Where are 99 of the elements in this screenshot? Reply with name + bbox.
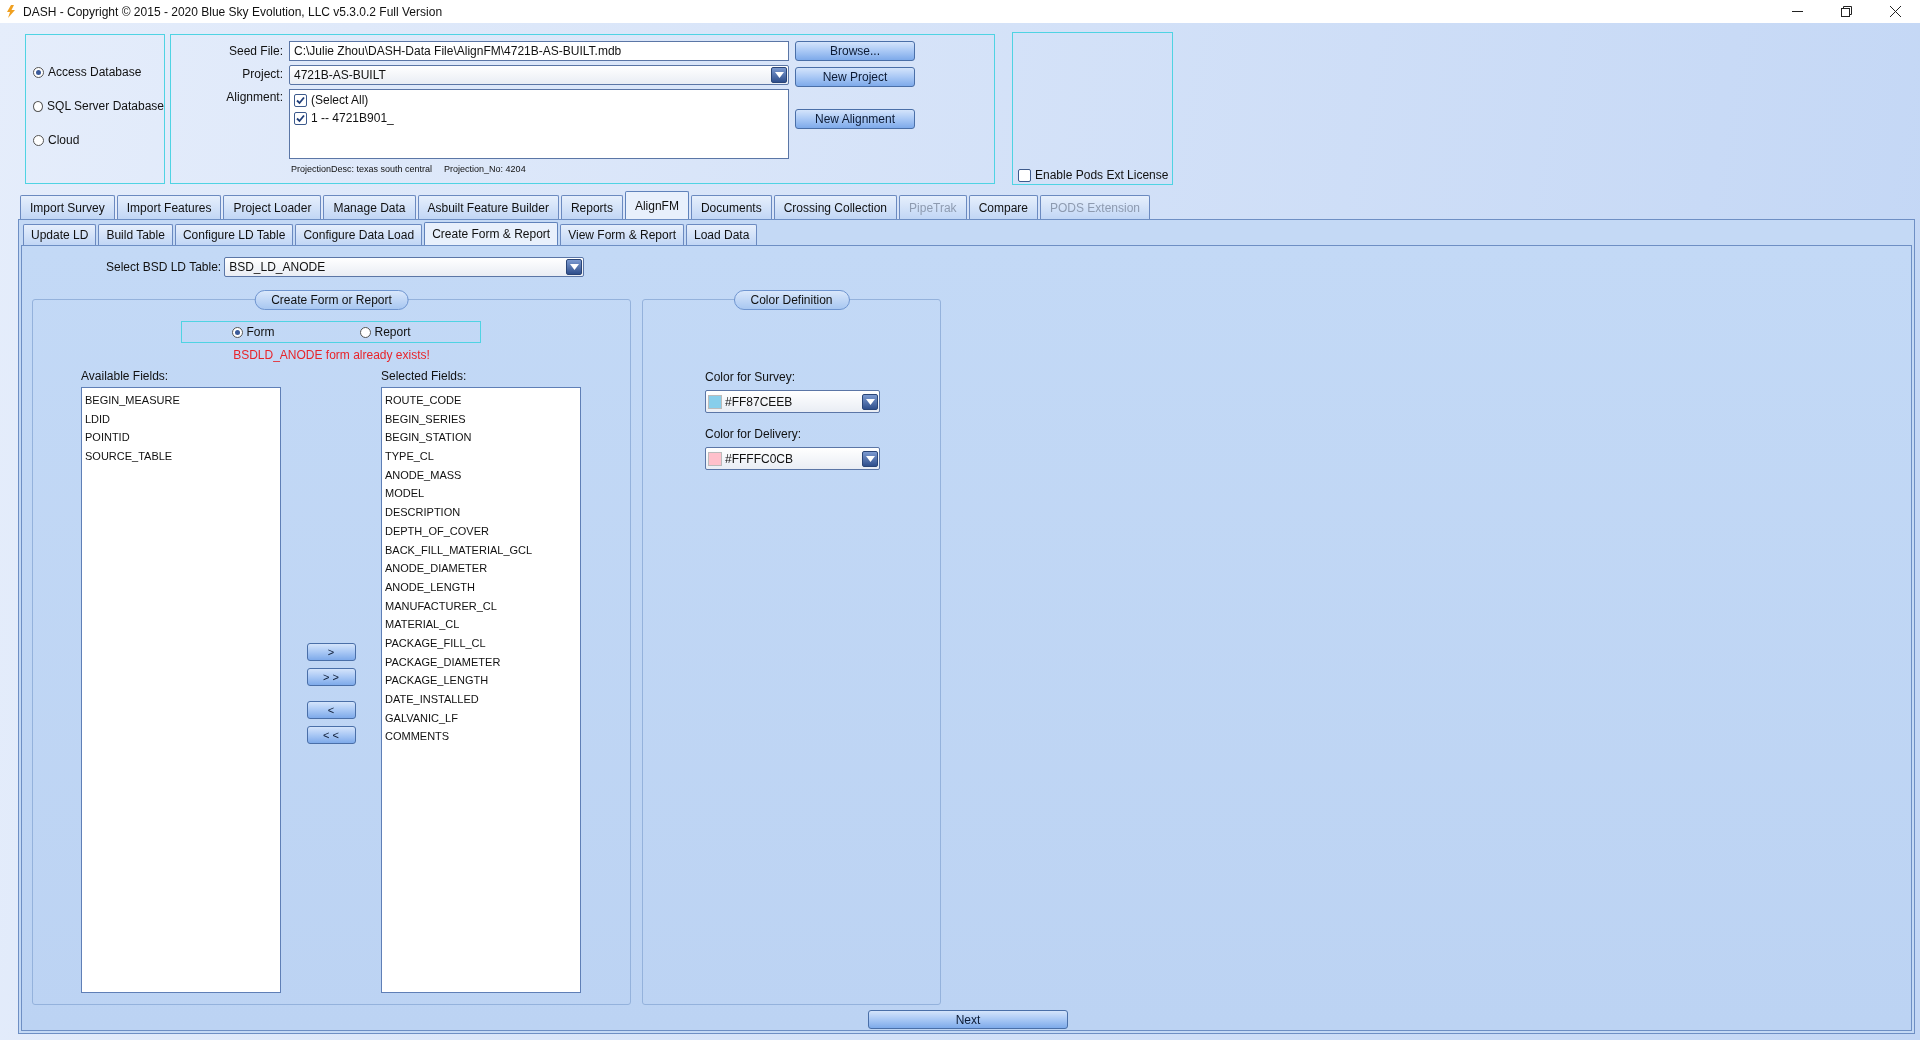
checkbox-label: Enable Pods Ext License: [1035, 168, 1169, 182]
radio-label: Access Database: [48, 65, 142, 79]
tab[interactable]: Compare: [968, 195, 1038, 219]
caret-icon: [774, 72, 784, 78]
radio-button[interactable]: [359, 326, 371, 338]
list-item[interactable]: SOURCE_TABLE: [85, 447, 277, 466]
move-right-button[interactable]: >: [306, 643, 356, 661]
list-item[interactable]: DESCRIPTION: [385, 503, 577, 522]
radio-label: SQL Server Database: [47, 99, 164, 113]
tab[interactable]: Manage Data: [323, 195, 416, 219]
restore-icon[interactable]: [1841, 6, 1852, 17]
field-label: Color for Survey:: [705, 370, 797, 384]
list-item[interactable]: ANODE_MASS: [385, 465, 577, 485]
close-icon[interactable]: [1890, 6, 1901, 17]
tab[interactable]: Load Data: [686, 224, 758, 245]
dropdown-button[interactable]: [862, 393, 878, 410]
color-dropdown[interactable]: #FF87CEEB: [705, 390, 880, 413]
next-button[interactable]: Next: [868, 1010, 1068, 1029]
tab[interactable]: Crossing Collection: [773, 195, 898, 219]
field-label: Select BSD LD Table:: [106, 260, 222, 274]
tab[interactable]: Project Loader: [223, 195, 322, 219]
selected-fields-list[interactable]: [381, 387, 581, 993]
browse-button[interactable]: Browse...: [795, 41, 915, 61]
list-item[interactable]: MODEL: [385, 484, 577, 504]
tab[interactable]: Configure LD Table: [174, 224, 294, 245]
tab[interactable]: Import Features: [116, 195, 222, 219]
list-item[interactable]: COMMENTS: [385, 727, 577, 747]
tab[interactable]: Update LD: [23, 224, 97, 245]
caret-icon: [569, 264, 579, 270]
group-title: Create Form or Report: [254, 290, 409, 310]
caret-icon: [865, 398, 875, 405]
list-label: Available Fields:: [81, 369, 170, 383]
new-alignment-button[interactable]: New Alignment: [795, 109, 915, 129]
tab[interactable]: Build Table: [98, 224, 173, 245]
list-item[interactable]: BEGIN_STATION: [385, 428, 577, 448]
radio-button[interactable]: [33, 134, 44, 146]
list-item[interactable]: ANODE_DIAMETER: [385, 559, 577, 578]
tab: PipeTrak: [899, 195, 967, 219]
move-all-left-button[interactable]: < <: [306, 726, 356, 744]
available-fields-list[interactable]: BEGIN_MEASURE LDID POINTID SOURCE_TABLE: [81, 387, 281, 993]
list-item[interactable]: GALVANIC_LF: [385, 708, 577, 728]
color-dropdown[interactable]: #FFFFC0CB: [705, 447, 880, 470]
list-item[interactable]: PACKAGE_LENGTH: [385, 671, 577, 690]
list-item[interactable]: BEGIN_MEASURE: [85, 391, 277, 410]
caret-icon: [865, 455, 875, 462]
list-item[interactable]: ROUTE_CODE: [385, 391, 577, 410]
checkbox[interactable]: [1018, 168, 1031, 182]
dropdown-button[interactable]: [566, 259, 583, 275]
list-item[interactable]: BACK_FILL_MATERIAL_GCL: [385, 540, 577, 560]
list-item[interactable]: BEGIN_SERIES: [385, 409, 577, 429]
radio-button[interactable]: [33, 100, 44, 112]
tab[interactable]: Create Form & Report: [424, 222, 559, 245]
tab[interactable]: Configure Data Load: [295, 224, 423, 245]
checkbox-label: 1 -- 4721B901_: [311, 111, 394, 125]
radio-button[interactable]: [231, 326, 243, 338]
project-dropdown[interactable]: 4721B-AS-BUILT: [289, 65, 789, 85]
error-message: BSDLD_ANODE form already exists!: [233, 348, 430, 362]
projection-text: ProjectionDesc: texas south central: [291, 164, 433, 174]
tab: PODS Extension: [1040, 195, 1151, 219]
list-item[interactable]: POINTID: [85, 428, 277, 448]
window-title: DASH - Copyright © 2015 - 2020 Blue Sky Evolution, LLC v5.3.0.2 Full Version: [23, 4, 444, 19]
table-dropdown[interactable]: BSD_LD_ANODE: [224, 257, 585, 277]
list-label: Selected Fields:: [381, 369, 468, 383]
move-left-button[interactable]: <: [306, 701, 356, 719]
list-item[interactable]: PACKAGE_DIAMETER: [385, 652, 577, 672]
radio-label: Report: [374, 325, 411, 339]
list-item[interactable]: PACKAGE_FILL_CL: [385, 633, 577, 653]
logo-icon: [4, 5, 17, 18]
file-path-field[interactable]: C:\Julie Zhou\DASH-Data File\AlignFM\4721B-AS-BUILT.mdb: [289, 41, 789, 61]
tab[interactable]: View Form & Report: [560, 224, 684, 245]
list-item[interactable]: TYPE_CL: [385, 447, 577, 466]
new-project-button[interactable]: New Project: [795, 67, 915, 87]
field-label: Color for Delivery:: [705, 427, 803, 441]
list-item[interactable]: MANUFACTURER_CL: [385, 596, 577, 616]
dropdown-button[interactable]: [862, 450, 878, 467]
radio-label: Form: [246, 325, 275, 339]
radio-button[interactable]: [33, 66, 44, 78]
field-label: Seed File:: [228, 44, 283, 59]
tab[interactable]: Asbuilt Feature Builder: [417, 195, 559, 219]
field-label: Alignment:: [226, 90, 283, 105]
list-item[interactable]: MATERIAL_CL: [385, 615, 577, 634]
group-title: Color Definition: [733, 290, 850, 310]
projection-text: Projection_No: 4204: [444, 164, 526, 174]
list-item[interactable]: ANODE_LENGTH: [385, 577, 577, 597]
tab[interactable]: Import Survey: [20, 195, 115, 219]
list-item[interactable]: DATE_INSTALLED: [385, 690, 577, 709]
tab[interactable]: AlignFM: [624, 191, 689, 219]
tab[interactable]: Documents: [690, 195, 772, 219]
field-label: Project:: [242, 67, 283, 82]
checkbox[interactable]: [294, 111, 307, 125]
list-item[interactable]: LDID: [85, 409, 277, 429]
checkbox-label: (Select All): [311, 93, 369, 107]
move-all-right-button[interactable]: > >: [306, 668, 356, 686]
alignment-list[interactable]: (Select All) 1 -- 4721B901_: [289, 89, 789, 159]
checkbox[interactable]: [294, 93, 307, 107]
radio-label: Cloud: [48, 133, 80, 147]
tab[interactable]: Reports: [560, 195, 623, 219]
dropdown-button[interactable]: [771, 67, 787, 83]
list-item[interactable]: DEPTH_OF_COVER: [385, 521, 577, 541]
